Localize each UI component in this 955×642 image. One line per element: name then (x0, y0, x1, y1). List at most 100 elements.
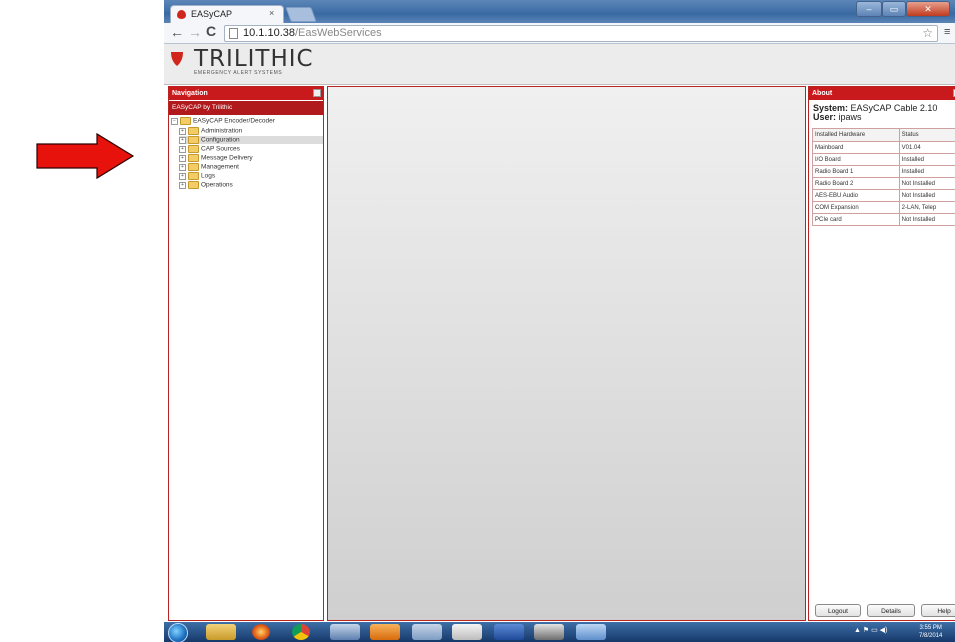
clock[interactable]: 3:55 PM 7/8/2014 (919, 624, 942, 640)
collapse-tree-icon[interactable]: − (171, 117, 178, 125)
bookmark-star-icon[interactable]: ☆ (922, 26, 933, 40)
app-taskbar-icon[interactable] (330, 624, 360, 640)
details-button[interactable]: Details (867, 604, 915, 617)
table-row: Mainboard V01.04 (812, 141, 955, 154)
table-row: I/O Board Installed (812, 153, 955, 166)
folder-icon (188, 163, 199, 171)
status-cell: Installed (898, 153, 955, 166)
browser-window: EASyCAP × – ▭ ✕ ← → C 10.1.10.38/EasWebS… (164, 0, 955, 642)
user-label: User: (813, 112, 837, 122)
title-bar: EASyCAP × – ▭ ✕ (164, 0, 955, 23)
hardware-cell: PCIe card (812, 213, 900, 226)
status-cell: Installed (898, 165, 955, 178)
logo-subtitle: EMERGENCY ALERT SYSTEMS (194, 70, 283, 76)
tree-item-label: Configuration (201, 136, 240, 144)
tree-item-operations[interactable]: + Operations (179, 181, 233, 189)
navigation-panel-header: Navigation (169, 87, 323, 100)
expand-icon[interactable]: + (179, 181, 186, 189)
column-header: Installed Hardware (812, 128, 900, 142)
tree-item-configuration[interactable]: + Configuration (179, 136, 323, 144)
logout-button[interactable]: Logout (815, 604, 861, 617)
hardware-cell: Radio Board 2 (812, 177, 900, 190)
hardware-cell: COM Expansion (812, 201, 900, 214)
expand-icon[interactable]: + (179, 163, 186, 171)
status-cell: Not Installed (898, 177, 955, 190)
chrome-taskbar-icon[interactable] (292, 624, 310, 640)
column-header: Status (898, 128, 955, 142)
tree-item-label: Logs (201, 172, 216, 180)
tree-item-label: Management (201, 163, 239, 171)
tree-root-label: EASyCAP Encoder/Decoder (193, 117, 275, 125)
hardware-cell: AES-EBU Audio (812, 189, 900, 202)
browser-tab[interactable]: EASyCAP × (170, 5, 284, 23)
paint-taskbar-icon[interactable] (412, 624, 442, 640)
firefox-taskbar-icon[interactable] (252, 624, 270, 640)
tree-item-label: Message Delivery (201, 154, 253, 162)
word-taskbar-icon[interactable] (494, 624, 524, 640)
outlook-taskbar-icon[interactable] (370, 624, 400, 640)
expand-icon[interactable]: + (179, 172, 186, 180)
expand-icon[interactable]: + (179, 154, 186, 162)
minimize-button[interactable]: – (856, 1, 882, 17)
page-header: TRILITHIC EMERGENCY ALERT SYSTEMS (164, 44, 955, 85)
trilithic-logo-icon (171, 52, 183, 66)
web-page: TRILITHIC EMERGENCY ALERT SYSTEMS Naviga… (164, 44, 955, 622)
status-cell: Not Installed (898, 213, 955, 226)
folder-icon (188, 172, 199, 180)
navigation-subheader-label: EASyCAP by Trilithic (172, 104, 233, 111)
folder-icon (188, 127, 199, 135)
app-taskbar-icon[interactable] (576, 624, 606, 640)
taskbar: ▲ ⚑ ▭ ◀) 3:55 PM 7/8/2014 (164, 622, 955, 642)
status-cell: Not Installed (898, 189, 955, 202)
table-row: AES-EBU Audio Not Installed (812, 189, 955, 202)
system-info: System: EASyCAP Cable 2.10 User: ipaws (813, 104, 937, 122)
annotation-arrow-icon (36, 132, 135, 180)
hardware-cell: I/O Board (812, 153, 900, 166)
hardware-cell: Mainboard (812, 141, 900, 154)
expand-icon[interactable]: + (179, 136, 186, 144)
expand-icon[interactable]: + (179, 127, 186, 135)
clock-date: 7/8/2014 (919, 633, 943, 639)
notepad-taskbar-icon[interactable] (452, 624, 482, 640)
tree-item-label: Administration (201, 127, 243, 135)
expand-icon[interactable]: + (179, 145, 186, 153)
table-row: COM Expansion 2-LAN, Telep (812, 201, 955, 214)
help-button[interactable]: Help (921, 604, 955, 617)
app-taskbar-icon[interactable] (534, 624, 564, 640)
start-button[interactable] (168, 623, 188, 642)
address-bar[interactable]: 10.1.10.38/EasWebServices ☆ (224, 25, 938, 42)
url-path: /EasWebServices (295, 27, 382, 39)
back-arrow-icon[interactable]: ← (170, 24, 184, 40)
tree-item-logs[interactable]: + Logs (179, 172, 215, 180)
navigation-title: Navigation (172, 90, 208, 97)
forward-arrow-icon[interactable]: → (188, 24, 202, 40)
system-tray[interactable]: ▲ ⚑ ▭ ◀) (854, 626, 887, 634)
reload-icon[interactable]: C (206, 23, 216, 39)
table-header-row: Installed Hardware Status (812, 128, 955, 142)
tree-root[interactable]: − EASyCAP Encoder/Decoder (171, 117, 275, 125)
content-area (327, 86, 806, 621)
tree-item-label: Operations (201, 181, 233, 189)
table-row: Radio Board 2 Not Installed (812, 177, 955, 190)
about-panel-header: About (809, 87, 955, 100)
hardware-cell: Radio Board 1 (812, 165, 900, 178)
explorer-taskbar-icon[interactable] (206, 624, 236, 640)
close-window-button[interactable]: ✕ (906, 1, 950, 17)
maximize-button[interactable]: ▭ (882, 1, 906, 17)
tree-item-label: CAP Sources (201, 145, 240, 153)
tree-item-management[interactable]: + Management (179, 163, 239, 171)
menu-icon[interactable]: ≡ (944, 26, 950, 38)
logo-text: TRILITHIC (194, 46, 314, 72)
tree-item-cap-sources[interactable]: + CAP Sources (179, 145, 240, 153)
tree-item-message-delivery[interactable]: + Message Delivery (179, 154, 253, 162)
table-row: PCIe card Not Installed (812, 213, 955, 226)
url-host: 10.1.10.38 (243, 27, 295, 39)
new-tab-button[interactable] (285, 7, 317, 22)
tab-title: EASyCAP (191, 9, 233, 19)
tree-item-administration[interactable]: + Administration (179, 127, 323, 135)
folder-icon (188, 136, 199, 144)
user-value: ipaws (838, 112, 862, 122)
collapse-button[interactable] (313, 89, 321, 97)
clock-time: 3:55 PM (919, 625, 942, 631)
tab-close-icon[interactable]: × (269, 8, 274, 18)
